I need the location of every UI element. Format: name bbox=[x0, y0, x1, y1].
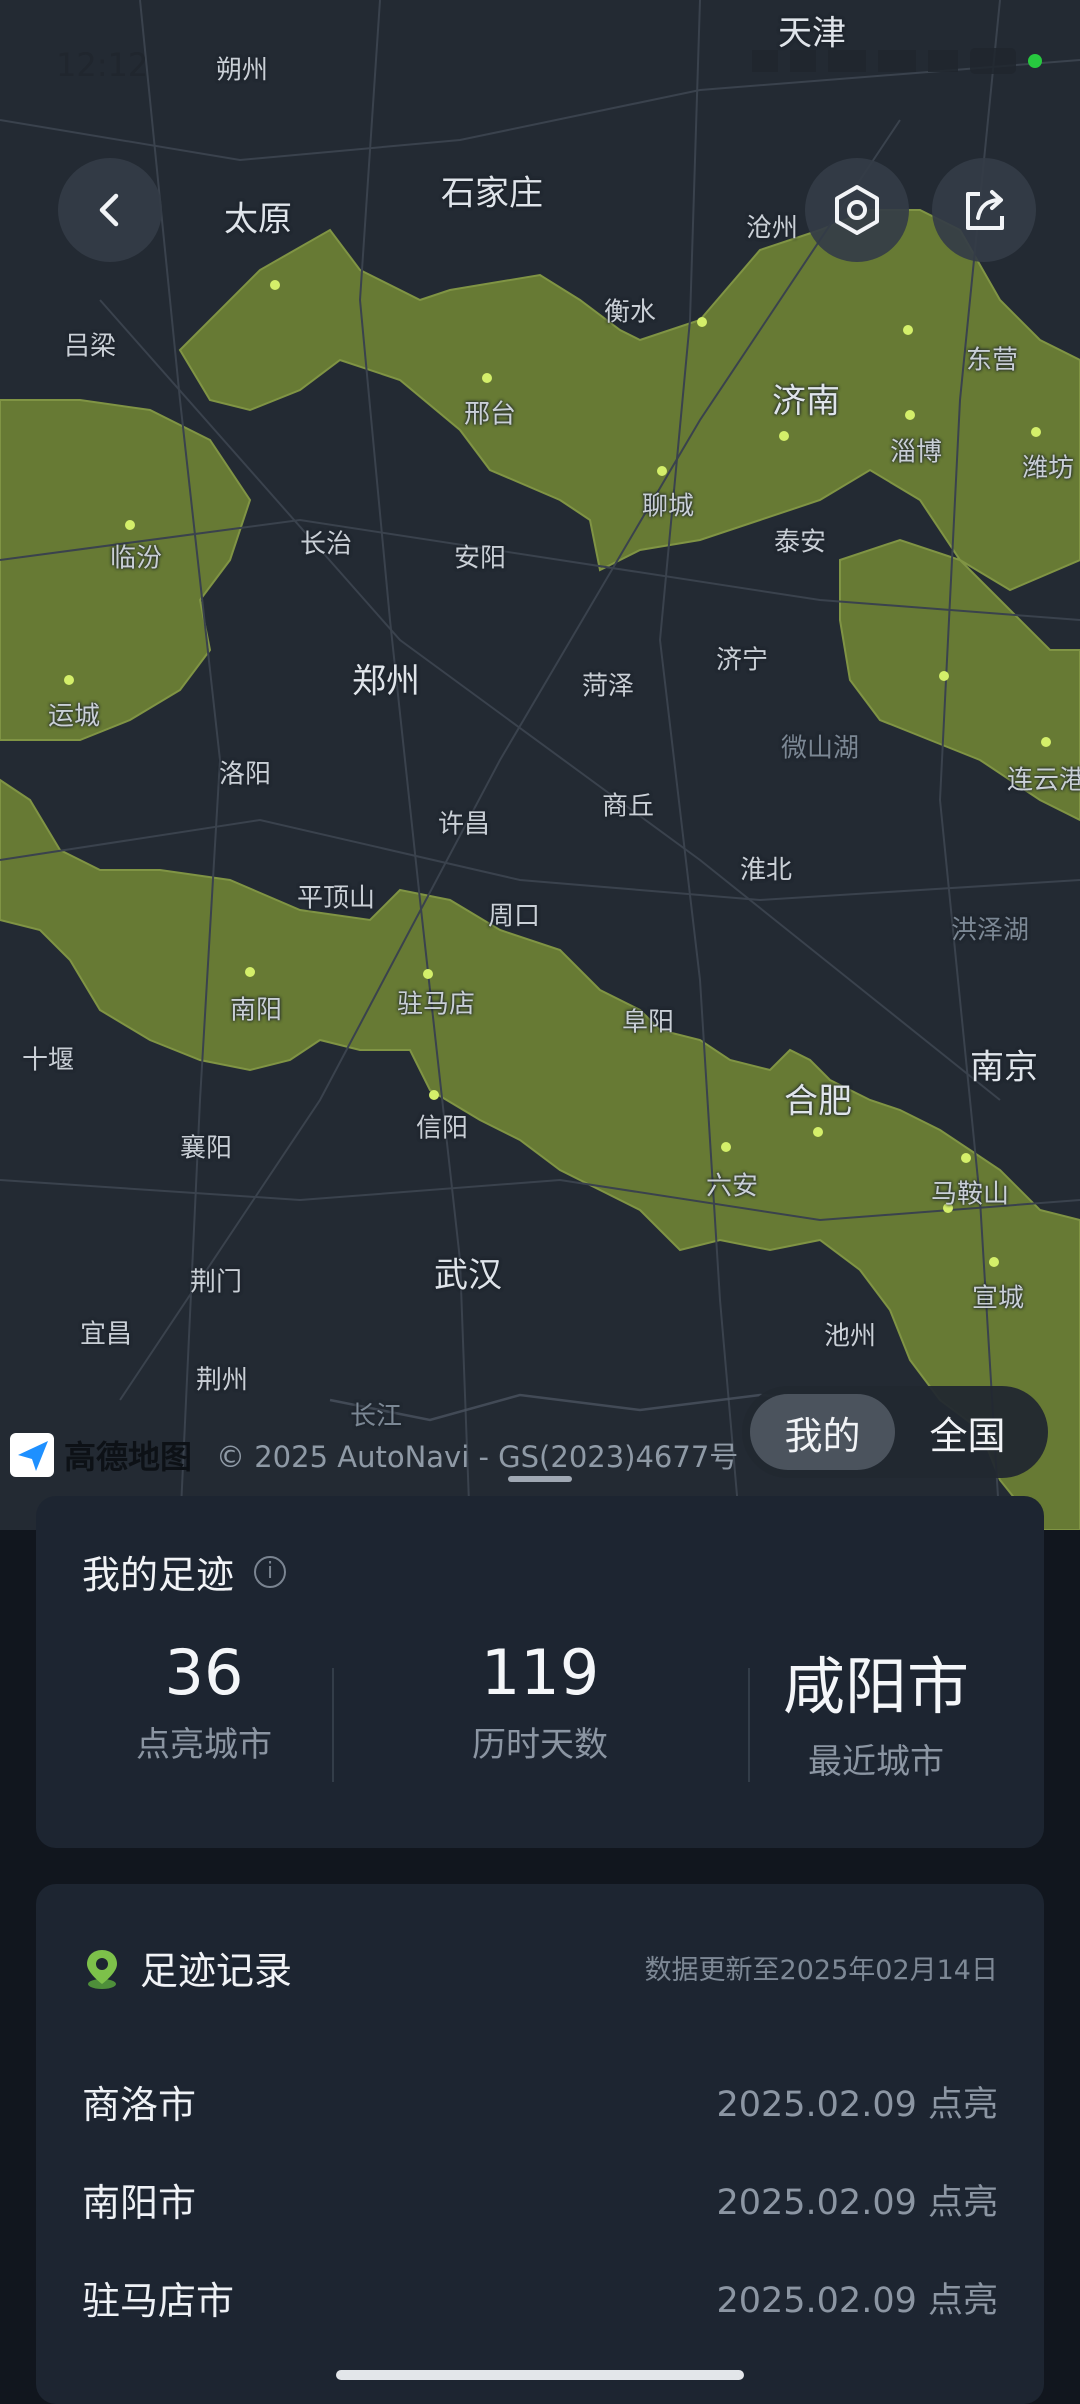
city-label: 驻马店 bbox=[396, 989, 476, 1020]
city-label: 泰安 bbox=[773, 527, 827, 558]
city-label: 衡水 bbox=[603, 297, 657, 328]
city-label: 洪泽湖 bbox=[950, 915, 1030, 946]
record-row[interactable]: 南阳市 2025.02.09 点亮 bbox=[82, 2164, 998, 2234]
scope-toggle[interactable]: 我的 全国 bbox=[742, 1386, 1048, 1478]
city-label: 武汉 bbox=[434, 1255, 502, 1296]
city-label: 济南 bbox=[772, 381, 840, 422]
stat-label: 历时天数 bbox=[472, 1725, 608, 1765]
copyright-text: © 2025 AutoNavi - GS(2023)4677号 bbox=[216, 1440, 739, 1474]
city-label: 洛阳 bbox=[218, 759, 272, 790]
city-label: 沧州 bbox=[745, 213, 799, 244]
records-header: 足迹记录 数据更新至2025年02月14日 bbox=[82, 1940, 998, 1995]
city-label: 聊城 bbox=[641, 491, 695, 522]
stat-days: 119 历时天数 bbox=[372, 1636, 708, 1816]
amap-logo-icon bbox=[10, 1433, 54, 1477]
sheet-drag-handle[interactable] bbox=[508, 1476, 572, 1482]
record-city: 南阳市 bbox=[82, 2180, 197, 2225]
settings-hex-icon bbox=[835, 185, 879, 235]
city-label: 马鞍山 bbox=[930, 1179, 1010, 1210]
divider bbox=[332, 1668, 334, 1782]
divider bbox=[748, 1668, 750, 1782]
city-label: 六安 bbox=[705, 1171, 759, 1202]
record-city: 驻马店市 bbox=[82, 2278, 235, 2323]
city-label: 石家庄 bbox=[441, 173, 543, 214]
city-label: 潍坊 bbox=[1021, 453, 1075, 484]
stat-label: 最近城市 bbox=[808, 1742, 944, 1782]
stat-value: 咸阳市 bbox=[782, 1650, 969, 1723]
record-date: 2025.02.09 点亮 bbox=[716, 2084, 998, 2125]
location-pin-icon bbox=[87, 1949, 117, 1989]
records-title: 足迹记录 bbox=[140, 1949, 293, 1993]
city-label: 荆门 bbox=[189, 1267, 243, 1298]
city-label: 宣城 bbox=[971, 1283, 1025, 1314]
city-label: 菏泽 bbox=[581, 671, 635, 702]
city-label: 东营 bbox=[965, 345, 1019, 376]
city-label: 商丘 bbox=[601, 791, 655, 822]
city-label: 淄博 bbox=[889, 437, 943, 468]
city-label: 许昌 bbox=[437, 809, 491, 840]
city-label: 运城 bbox=[47, 701, 101, 732]
city-label: 连云港 bbox=[1006, 765, 1080, 796]
map-attribution: 高德地图 © 2025 AutoNavi - GS(2023)4677号 bbox=[10, 1432, 738, 1478]
city-label: 襄阳 bbox=[179, 1133, 233, 1164]
record-city: 商洛市 bbox=[82, 2082, 197, 2127]
city-label: 太原 bbox=[224, 199, 292, 240]
summary-header: 我的足迹 i bbox=[82, 1544, 287, 1599]
share-button[interactable] bbox=[932, 158, 1036, 262]
settings-button[interactable] bbox=[805, 158, 909, 262]
city-label: 合肥 bbox=[784, 1081, 852, 1122]
summary-title: 我的足迹 bbox=[82, 1553, 235, 1597]
city-label: 邢台 bbox=[463, 399, 517, 430]
info-icon[interactable]: i bbox=[254, 1555, 287, 1588]
stat-lit-cities: 36 点亮城市 bbox=[36, 1636, 372, 1816]
city-label: 济宁 bbox=[715, 645, 769, 676]
city-label: 微山湖 bbox=[780, 733, 860, 764]
toggle-national[interactable]: 全国 bbox=[895, 1394, 1040, 1470]
home-indicator[interactable] bbox=[336, 2370, 744, 2380]
stat-value: 119 bbox=[480, 1636, 600, 1709]
city-label: 南京 bbox=[970, 1047, 1038, 1088]
record-date: 2025.02.09 点亮 bbox=[716, 2182, 998, 2223]
city-label: 阜阳 bbox=[621, 1007, 675, 1038]
chevron-left-icon bbox=[99, 193, 119, 227]
city-label: 信阳 bbox=[415, 1113, 469, 1144]
status-time: 12:12 bbox=[56, 46, 149, 84]
city-label: 池州 bbox=[823, 1321, 877, 1352]
records-updated: 数据更新至2025年02月14日 bbox=[644, 1955, 998, 1986]
stat-value: 36 bbox=[164, 1636, 244, 1709]
city-label: 长江 bbox=[349, 1401, 403, 1432]
city-label: 周口 bbox=[487, 901, 541, 932]
stat-recent-city: 咸阳市 最近城市 bbox=[708, 1636, 1044, 1816]
city-label: 朔州 bbox=[215, 55, 269, 86]
city-label: 长治 bbox=[299, 529, 353, 560]
city-label: 临汾 bbox=[109, 543, 163, 574]
stats-row: 36 点亮城市 119 历时天数 咸阳市 最近城市 bbox=[36, 1636, 1044, 1816]
toggle-mine[interactable]: 我的 bbox=[750, 1394, 895, 1470]
record-row[interactable]: 驻马店市 2025.02.09 点亮 bbox=[82, 2262, 998, 2332]
amap-logo-text: 高德地图 bbox=[64, 1438, 193, 1476]
share-icon bbox=[966, 190, 1004, 230]
map-canvas bbox=[0, 0, 1080, 1530]
city-label: 郑州 bbox=[352, 661, 420, 702]
record-date: 2025.02.09 点亮 bbox=[716, 2280, 998, 2321]
city-label: 南阳 bbox=[229, 995, 283, 1026]
footprint-summary-card: 我的足迹 i 36 点亮城市 119 历时天数 咸阳市 最近城市 bbox=[36, 1496, 1044, 1848]
city-label: 安阳 bbox=[453, 543, 507, 574]
city-label: 十堰 bbox=[21, 1045, 75, 1076]
record-row[interactable]: 商洛市 2025.02.09 点亮 bbox=[82, 2066, 998, 2136]
status-icons bbox=[752, 48, 1042, 74]
back-button[interactable] bbox=[58, 158, 162, 262]
city-label: 淮北 bbox=[739, 855, 793, 886]
city-label: 荆州 bbox=[195, 1365, 249, 1396]
city-label: 宜昌 bbox=[79, 1319, 133, 1350]
footprint-records-card: 足迹记录 数据更新至2025年02月14日 商洛市 2025.02.09 点亮 … bbox=[36, 1884, 1044, 2404]
stat-label: 点亮城市 bbox=[136, 1725, 272, 1765]
city-label: 吕梁 bbox=[63, 331, 117, 362]
city-label: 平顶山 bbox=[296, 883, 376, 914]
footprint-map[interactable]: 天津 朔州 石家庄 太原 沧州 衡水 东营 吕梁 邢台 济南 淄博 潍坊 聊城 临汾 长治 安阳 泰安 运城 郑州菏… bbox=[0, 0, 1080, 1530]
